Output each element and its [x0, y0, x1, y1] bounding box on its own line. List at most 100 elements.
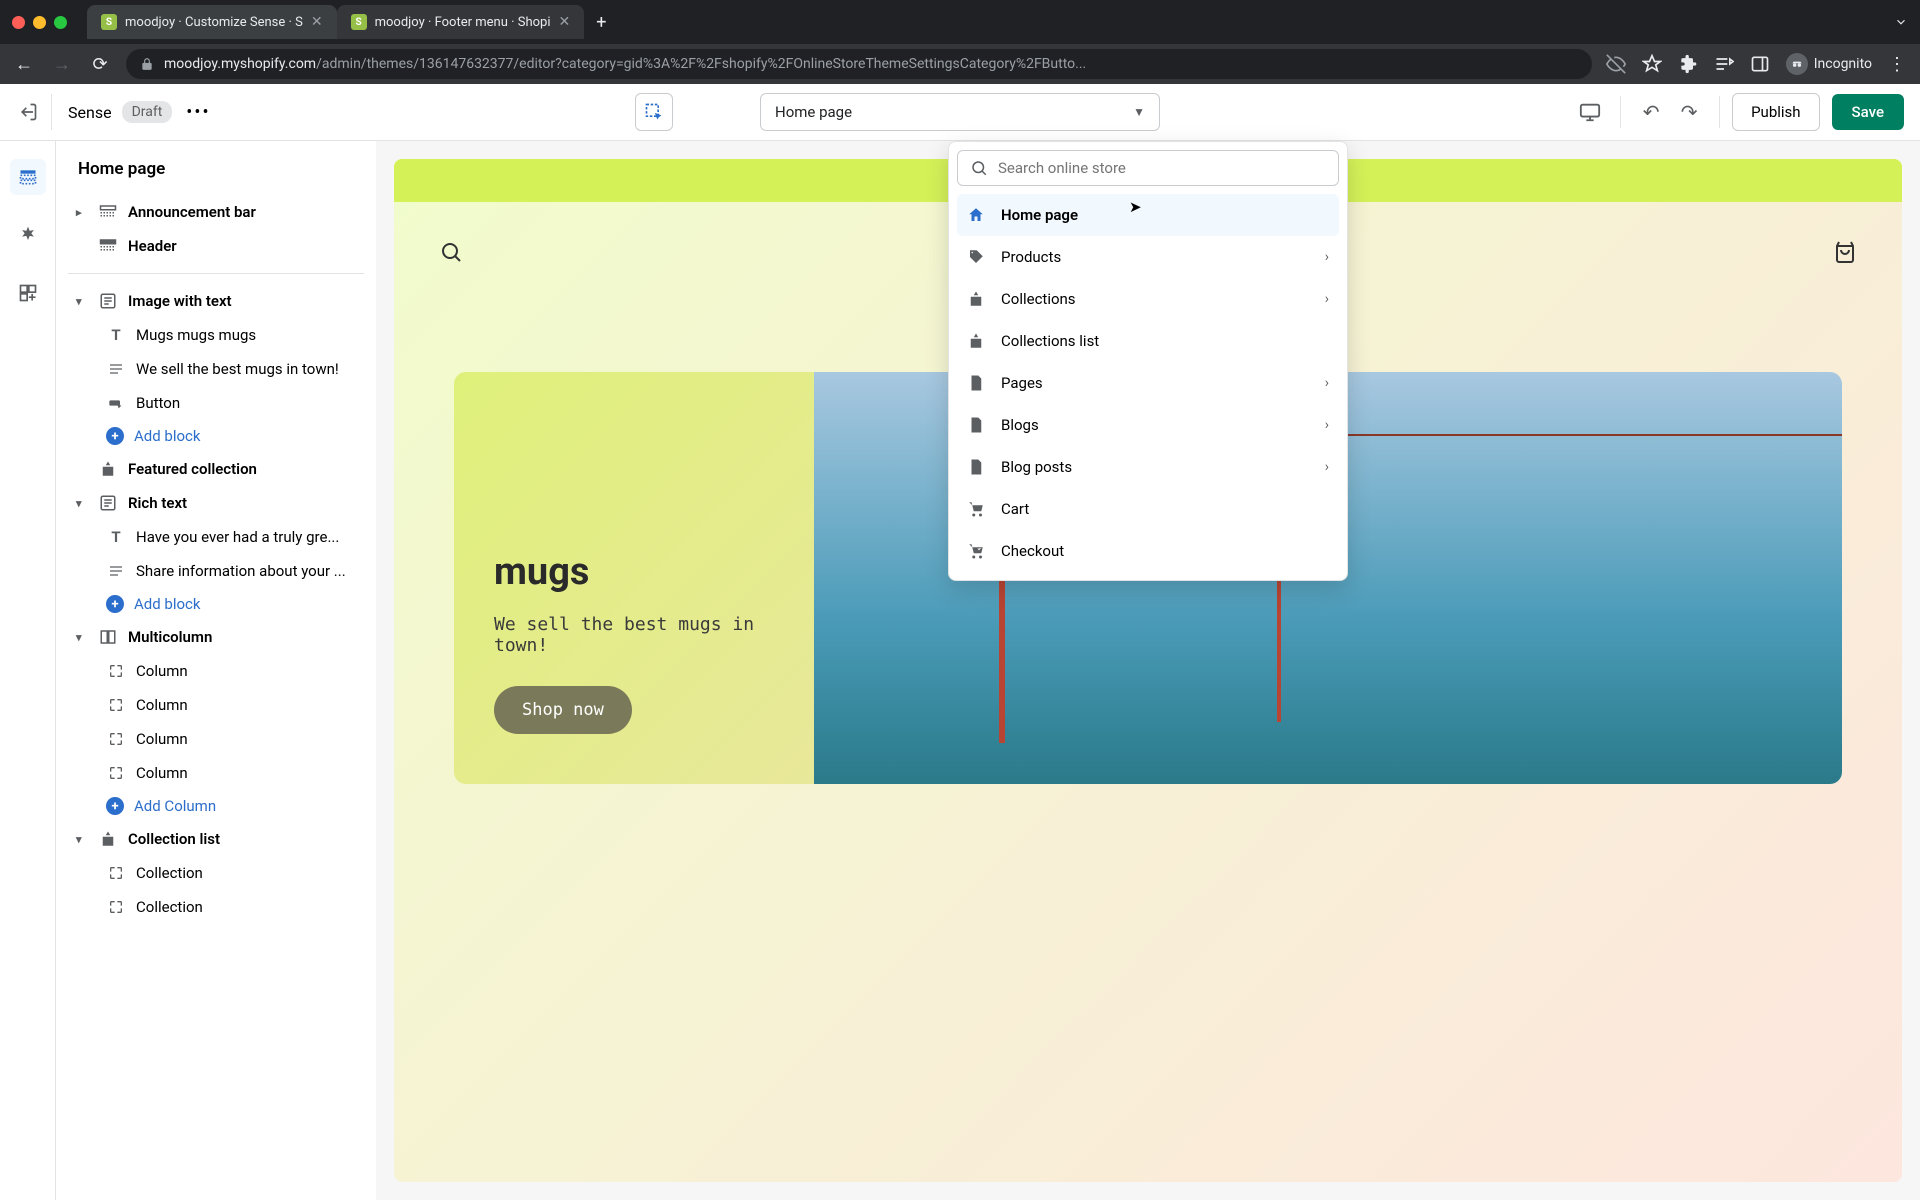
- preview-pane: Welcome to our store Home Catalog Contac…: [376, 141, 1920, 1200]
- section-announcement-bar[interactable]: ▸ Announcement bar: [68, 195, 364, 229]
- new-tab-button[interactable]: +: [596, 12, 606, 33]
- chevron-right-icon: ▸: [76, 206, 88, 219]
- add-label: Add block: [134, 427, 356, 445]
- close-window[interactable]: [12, 16, 25, 29]
- draft-badge: Draft: [122, 101, 173, 123]
- kebab-menu-icon[interactable]: ⋮: [1888, 54, 1908, 75]
- maximize-window[interactable]: [54, 16, 67, 29]
- window-controls: [12, 16, 67, 29]
- dropdown-item-blog-posts[interactable]: Blog posts ›: [957, 446, 1339, 488]
- search-input[interactable]: [998, 159, 1326, 177]
- close-tab-icon[interactable]: ✕: [311, 14, 323, 30]
- reload-button[interactable]: ⟳: [88, 54, 112, 75]
- block-label: Collection: [136, 898, 356, 916]
- panel-icon[interactable]: [1750, 54, 1770, 74]
- block-column[interactable]: Column: [68, 722, 364, 756]
- page-icon: [967, 374, 987, 392]
- section-label: Multicolumn: [128, 628, 356, 646]
- cart-icon[interactable]: [1833, 240, 1857, 264]
- incognito-label: Incognito: [1814, 56, 1872, 72]
- block-label: Mugs mugs mugs: [136, 326, 356, 344]
- block-text[interactable]: Share information about your ...: [68, 554, 364, 588]
- publish-button[interactable]: Publish: [1732, 93, 1819, 131]
- block-column[interactable]: Column: [68, 654, 364, 688]
- sections-tab[interactable]: [10, 159, 46, 195]
- dropdown-label: Blogs: [1001, 416, 1039, 434]
- section-featured-collection[interactable]: Featured collection: [68, 452, 364, 486]
- page-selector-menu: ➤ Home page Products › Collections › Col…: [948, 141, 1348, 581]
- inspector-toggle-button[interactable]: [635, 93, 673, 131]
- dropdown-item-collections-list[interactable]: Collections list: [957, 320, 1339, 362]
- block-label: Share information about your ...: [136, 562, 356, 580]
- block-column[interactable]: Column: [68, 688, 364, 722]
- section-label: Featured collection: [128, 460, 356, 478]
- block-heading[interactable]: T Mugs mugs mugs: [68, 318, 364, 352]
- section-label: Header: [128, 237, 356, 255]
- add-block-button[interactable]: + Add block: [68, 588, 364, 620]
- add-column-button[interactable]: + Add Column: [68, 790, 364, 822]
- browser-tab[interactable]: S moodjoy · Footer menu · Shopi ✕: [337, 5, 585, 39]
- section-collection-list[interactable]: ▾ Collection list: [68, 822, 364, 856]
- dropdown-item-pages[interactable]: Pages ›: [957, 362, 1339, 404]
- search-icon[interactable]: [439, 240, 463, 264]
- expand-icon: [106, 763, 126, 783]
- app-embeds-tab[interactable]: [10, 275, 46, 311]
- extensions-icon[interactable]: [1678, 54, 1698, 74]
- section-icon: [98, 291, 118, 311]
- section-rich-text[interactable]: ▾ Rich text: [68, 486, 364, 520]
- shop-now-button[interactable]: Shop now: [494, 686, 632, 734]
- block-column[interactable]: Column: [68, 756, 364, 790]
- block-collection[interactable]: Collection: [68, 890, 364, 924]
- left-rail: [0, 141, 56, 1200]
- page-selector-dropdown[interactable]: Home page ▼: [760, 93, 1160, 131]
- section-header[interactable]: Header: [68, 229, 364, 263]
- playlist-icon[interactable]: [1714, 54, 1734, 74]
- block-heading[interactable]: T Have you ever had a truly gre...: [68, 520, 364, 554]
- section-label: Rich text: [128, 494, 356, 512]
- section-image-with-text[interactable]: ▾ Image with text: [68, 284, 364, 318]
- home-icon: [967, 206, 987, 224]
- minimize-window[interactable]: [33, 16, 46, 29]
- save-button[interactable]: Save: [1832, 94, 1904, 130]
- chevron-down-icon[interactable]: [1894, 15, 1908, 29]
- block-text[interactable]: We sell the best mugs in town!: [68, 352, 364, 386]
- star-icon[interactable]: [1642, 54, 1662, 74]
- dropdown-item-products[interactable]: Products ›: [957, 236, 1339, 278]
- dropdown-item-collections[interactable]: Collections ›: [957, 278, 1339, 320]
- dropdown-item-home[interactable]: Home page: [957, 194, 1339, 236]
- add-block-button[interactable]: + Add block: [68, 420, 364, 452]
- exit-editor-button[interactable]: [16, 94, 52, 130]
- chevron-right-icon: ›: [1325, 375, 1329, 391]
- theme-settings-tab[interactable]: [10, 217, 46, 253]
- dropdown-item-checkout[interactable]: Checkout: [957, 530, 1339, 572]
- tab-title: moodjoy · Footer menu · Shopi: [375, 15, 551, 30]
- plus-icon: +: [106, 797, 124, 815]
- lock-icon: [140, 57, 154, 71]
- browser-tab[interactable]: S moodjoy · Customize Sense · S ✕: [87, 5, 337, 39]
- undo-button[interactable]: ↶: [1635, 96, 1667, 128]
- text-icon: [106, 359, 126, 379]
- redo-button[interactable]: ↷: [1673, 96, 1705, 128]
- eye-off-icon[interactable]: [1606, 54, 1626, 74]
- heading-icon: T: [106, 527, 126, 547]
- add-label: Add Column: [134, 797, 356, 815]
- desktop-preview-button[interactable]: [1572, 94, 1608, 130]
- forward-button[interactable]: →: [50, 54, 74, 75]
- hero-title: mugs: [494, 552, 774, 594]
- dropdown-item-blogs[interactable]: Blogs ›: [957, 404, 1339, 446]
- close-tab-icon[interactable]: ✕: [558, 14, 570, 30]
- back-button[interactable]: ←: [12, 54, 36, 75]
- dropdown-item-cart[interactable]: Cart: [957, 488, 1339, 530]
- editor-top-bar: Sense Draft ••• Home page ▼ ↶ ↷ Publish …: [0, 84, 1920, 141]
- block-button[interactable]: Button: [68, 386, 364, 420]
- search-icon: [970, 159, 988, 177]
- section-multicolumn[interactable]: ▾ Multicolumn: [68, 620, 364, 654]
- add-label: Add block: [134, 595, 356, 613]
- url-input[interactable]: moodjoy.myshopify.com/admin/themes/13614…: [126, 49, 1592, 79]
- page-selector-value: Home page: [775, 103, 852, 121]
- dropdown-label: Products: [1001, 248, 1061, 266]
- dropdown-search[interactable]: [957, 150, 1339, 186]
- more-actions-button[interactable]: •••: [186, 102, 210, 123]
- collection-icon: [98, 829, 118, 849]
- block-collection[interactable]: Collection: [68, 856, 364, 890]
